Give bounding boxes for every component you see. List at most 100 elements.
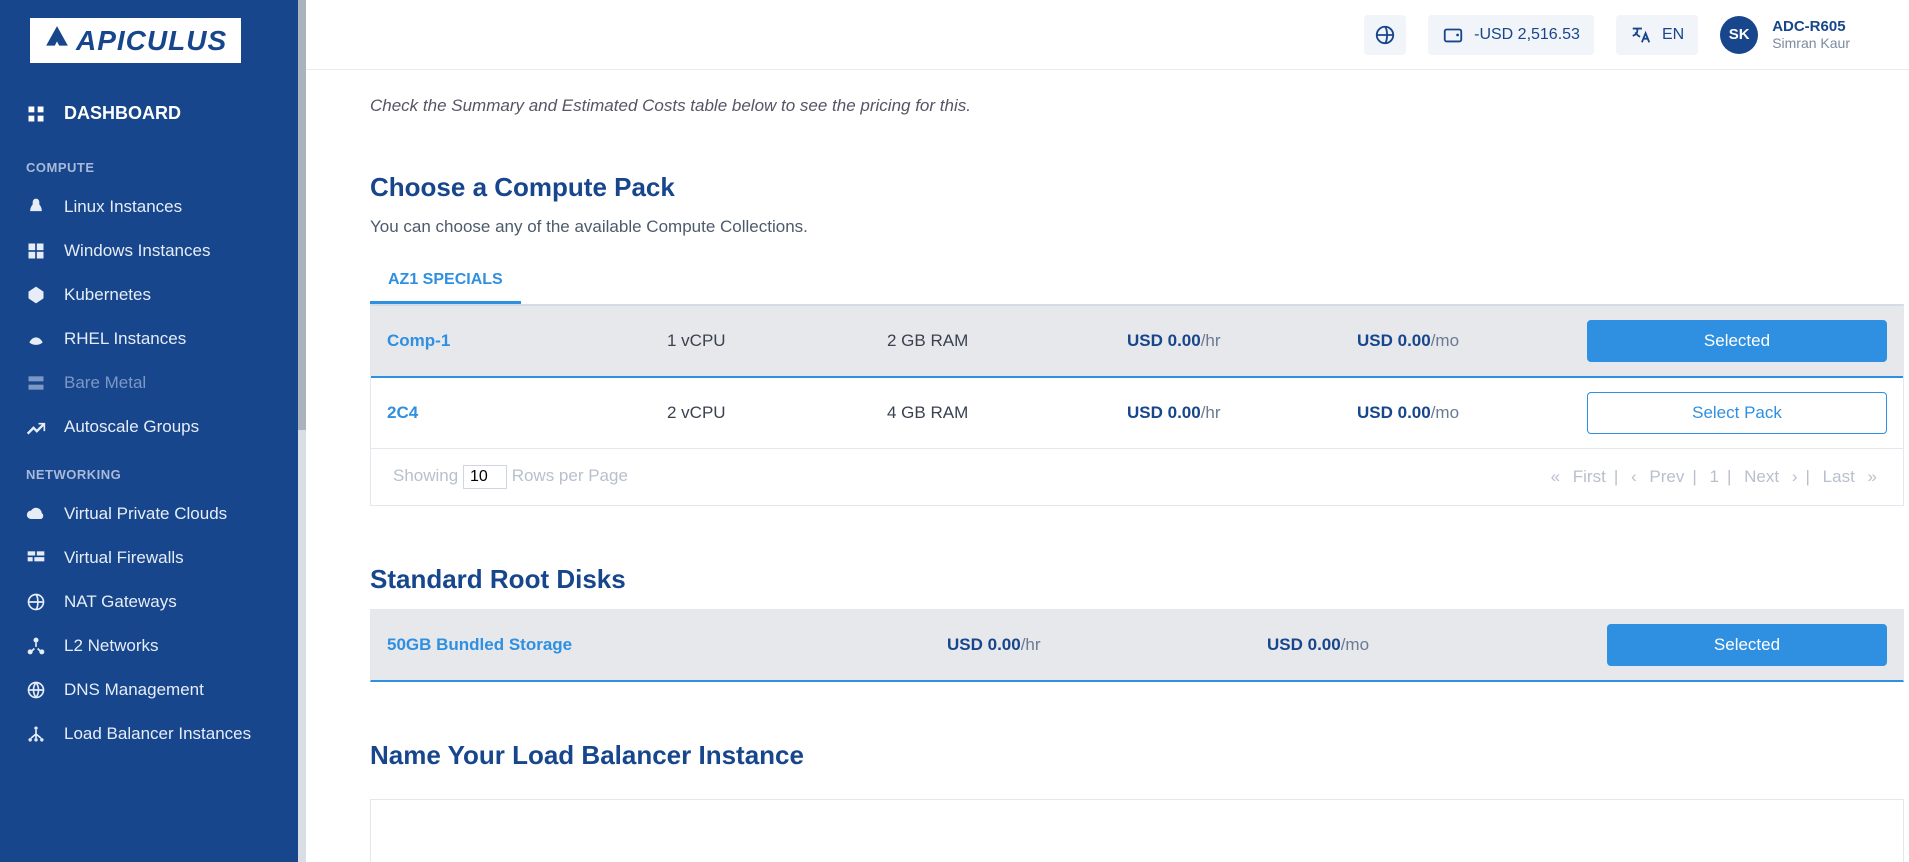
user-name: Simran Kaur	[1772, 35, 1850, 51]
compute-table: Comp-1 1 vCPU 2 GB RAM USD 0.00/hr USD 0…	[370, 304, 1904, 506]
avatar: SK	[1720, 16, 1758, 54]
pack-cpu: 1 vCPU	[667, 331, 887, 351]
pack-name[interactable]: Comp-1	[387, 331, 667, 351]
pager-links: « First| ‹ Prev| 1| Next ›| Last »	[1547, 467, 1881, 487]
compute-tabs: AZ1 SPECIALS	[370, 261, 1904, 304]
compute-row: 2C4 2 vCPU 4 GB RAM USD 0.00/hr USD 0.00…	[371, 378, 1903, 449]
compute-pack-subtitle: You can choose any of the available Comp…	[370, 217, 1904, 237]
chevron-right-icon: »	[1868, 467, 1877, 486]
sidebar-item-dashboard[interactable]: DASHBOARD	[0, 89, 298, 142]
showing-label: Showing	[393, 466, 458, 485]
name-instance-title: Name Your Load Balancer Instance	[370, 740, 1904, 771]
pager-page: 1	[1710, 467, 1719, 486]
sidebar-label: Load Balancer Instances	[64, 724, 251, 744]
disk-name[interactable]: 50GB Bundled Storage	[387, 635, 947, 655]
sidebar-label: RHEL Instances	[64, 329, 186, 349]
disk-price-hr: USD 0.00/hr	[947, 635, 1267, 655]
globe-chip[interactable]	[1364, 15, 1406, 55]
chevron-left-icon: «	[1551, 467, 1560, 486]
sidebar-label: Linux Instances	[64, 197, 182, 217]
loadbalancer-icon	[26, 724, 46, 744]
instance-name-input[interactable]	[370, 799, 1904, 862]
server-icon	[26, 373, 46, 393]
firewall-icon	[26, 548, 46, 568]
sidebar: APICULUS DASHBOARD COMPUTE Linux Instanc…	[0, 0, 298, 862]
pack-price-hr: USD 0.00/hr	[1127, 403, 1357, 423]
sidebar-item-l2[interactable]: L2 Networks	[0, 624, 298, 668]
sidebar-item-nat[interactable]: NAT Gateways	[0, 580, 298, 624]
pack-name[interactable]: 2C4	[387, 403, 667, 423]
sidebar-item-autoscale[interactable]: Autoscale Groups	[0, 405, 298, 449]
dns-icon	[26, 680, 46, 700]
main: -USD 2,516.53 EN SK ADC-R605 Simran Kaur…	[298, 0, 1909, 862]
pack-price-mo: USD 0.00/mo	[1357, 331, 1587, 351]
sidebar-label: Bare Metal	[64, 373, 146, 393]
pack-ram: 4 GB RAM	[887, 403, 1127, 423]
rows-per-page-input[interactable]	[463, 465, 507, 489]
network-icon	[26, 636, 46, 656]
nav: DASHBOARD COMPUTE Linux Instances Window…	[0, 89, 298, 862]
brand-logo[interactable]: APICULUS	[30, 18, 241, 63]
sidebar-label: DNS Management	[64, 680, 204, 700]
pack-price-mo: USD 0.00/mo	[1357, 403, 1587, 423]
nav-section-networking: NETWORKING	[0, 449, 298, 492]
topbar: -USD 2,516.53 EN SK ADC-R605 Simran Kaur	[298, 0, 1909, 70]
logo-icon	[44, 24, 70, 57]
sidebar-item-lb[interactable]: Load Balancer Instances	[0, 712, 298, 756]
pager-last[interactable]: Last	[1823, 467, 1855, 486]
kubernetes-icon	[26, 285, 46, 305]
sidebar-label: Virtual Private Clouds	[64, 504, 227, 524]
pager-left: Showing Rows per Page	[393, 465, 628, 489]
scrollbar-track[interactable]	[298, 0, 306, 862]
chevron-right-icon: ›	[1792, 467, 1798, 486]
sidebar-item-firewalls[interactable]: Virtual Firewalls	[0, 536, 298, 580]
windows-icon	[26, 241, 46, 261]
root-disks-title: Standard Root Disks	[370, 564, 1904, 595]
sidebar-label: L2 Networks	[64, 636, 158, 656]
translate-icon	[1630, 24, 1652, 46]
wallet-icon	[1442, 24, 1464, 46]
sidebar-item-rhel[interactable]: RHEL Instances	[0, 317, 298, 361]
sidebar-item-baremetal[interactable]: Bare Metal	[0, 361, 298, 405]
user-text: ADC-R605 Simran Kaur	[1772, 18, 1850, 51]
dashboard-label: DASHBOARD	[64, 103, 181, 124]
pack-price-hr: USD 0.00/hr	[1127, 331, 1357, 351]
nat-icon	[26, 592, 46, 612]
balance-text: -USD 2,516.53	[1474, 26, 1580, 44]
brand-text: APICULUS	[76, 25, 227, 57]
pager-next[interactable]: Next	[1744, 467, 1779, 486]
pager: Showing Rows per Page « First| ‹ Prev| 1…	[371, 449, 1903, 505]
sidebar-label: Kubernetes	[64, 285, 151, 305]
pager-prev[interactable]: Prev	[1649, 467, 1684, 486]
scrollbar-thumb[interactable]	[298, 0, 306, 430]
rows-label: Rows per Page	[512, 466, 628, 485]
pack-cpu: 2 vCPU	[667, 403, 887, 423]
sidebar-label: NAT Gateways	[64, 592, 177, 612]
cloud-icon	[26, 504, 46, 524]
sidebar-item-dns[interactable]: DNS Management	[0, 668, 298, 712]
logo-wrap: APICULUS	[0, 0, 298, 89]
content: Check the Summary and Estimated Costs ta…	[298, 70, 1909, 862]
sidebar-item-linux[interactable]: Linux Instances	[0, 185, 298, 229]
compute-pack-title: Choose a Compute Pack	[370, 172, 1904, 203]
user-block[interactable]: SK ADC-R605 Simran Kaur	[1720, 16, 1850, 54]
disk-price-mo: USD 0.00/mo	[1267, 635, 1607, 655]
select-pack-button[interactable]: Selected	[1587, 320, 1887, 362]
select-disk-button[interactable]: Selected	[1607, 624, 1887, 666]
autoscale-icon	[26, 417, 46, 437]
compute-row: Comp-1 1 vCPU 2 GB RAM USD 0.00/hr USD 0…	[371, 306, 1903, 378]
pager-first[interactable]: First	[1573, 467, 1606, 486]
select-pack-button[interactable]: Select Pack	[1587, 392, 1887, 434]
sidebar-item-kubernetes[interactable]: Kubernetes	[0, 273, 298, 317]
disk-table: 50GB Bundled Storage USD 0.00/hr USD 0.0…	[370, 609, 1904, 682]
dashboard-icon	[26, 104, 46, 124]
sidebar-item-vpc[interactable]: Virtual Private Clouds	[0, 492, 298, 536]
nav-section-compute: COMPUTE	[0, 142, 298, 185]
tab-az1-specials[interactable]: AZ1 SPECIALS	[370, 261, 521, 304]
sidebar-label: Autoscale Groups	[64, 417, 199, 437]
globe-icon	[1374, 24, 1396, 46]
sidebar-item-windows[interactable]: Windows Instances	[0, 229, 298, 273]
language-chip[interactable]: EN	[1616, 15, 1698, 55]
balance-chip[interactable]: -USD 2,516.53	[1428, 15, 1594, 55]
language-text: EN	[1662, 26, 1684, 44]
